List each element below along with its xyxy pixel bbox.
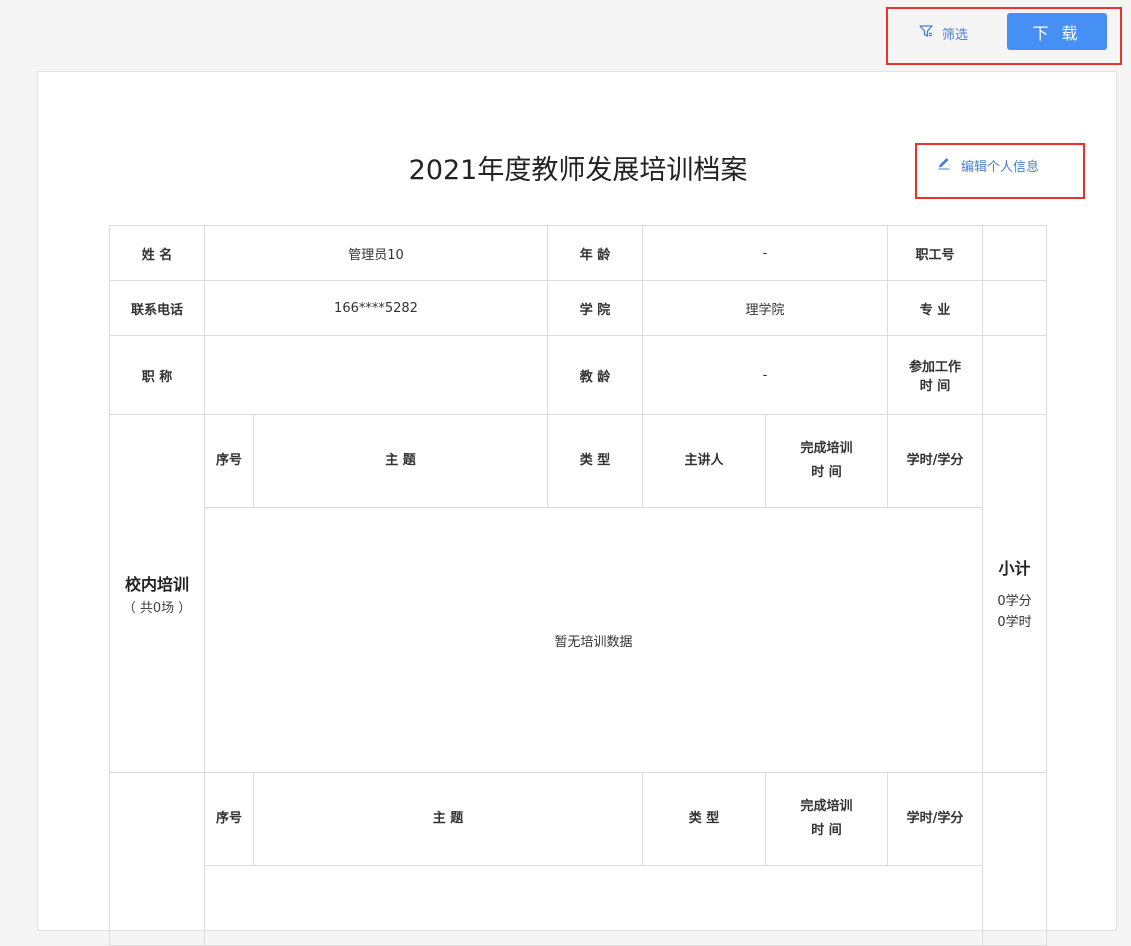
campus-training-count: （ 共0场 ）	[122, 601, 192, 616]
col-index-header-2: 序号	[204, 772, 254, 866]
staff-id-label: 职工号	[887, 225, 984, 281]
campus-training-empty-row: 暂无培训数据	[110, 507, 1047, 773]
college-value: 理学院	[642, 280, 889, 336]
major-label: 专 业	[887, 280, 984, 336]
col-type-header-2: 类 型	[642, 772, 767, 866]
pencil-icon	[936, 155, 952, 175]
teaching-years-value: -	[642, 335, 889, 415]
col-topic-header-2: 主 题	[252, 772, 644, 866]
subtotal-label: 小计	[998, 558, 1031, 578]
download-button[interactable]: 下 载	[1007, 13, 1107, 50]
name-value: 管理员10	[203, 225, 549, 281]
title-value	[203, 335, 549, 415]
phone-value: 166****5282	[203, 280, 549, 336]
profile-row-title: 职 称 教 龄 - 参加工作 时 间	[109, 335, 1048, 415]
second-training-subtotal	[982, 772, 1048, 946]
profile-row-phone: 联系电话 166****5282 学 院 理学院 专 业	[109, 280, 1048, 336]
college-label: 学 院	[547, 280, 644, 336]
age-value: -	[642, 225, 889, 281]
work-start-label-line1: 参加工作	[909, 360, 962, 375]
staff-id-value	[982, 225, 1048, 281]
filter-label: 筛选	[942, 27, 969, 43]
col-hours-credits-header: 学时/学分	[887, 414, 984, 508]
work-start-label-line2: 时 间	[919, 379, 951, 394]
archive-paper: 2021年度教师发展培训档案 编辑个人信息 姓 名 管理员10 年 龄 - 职工…	[37, 71, 1117, 946]
second-training-body	[203, 865, 984, 946]
work-start-value	[982, 335, 1048, 415]
phone-label: 联系电话	[109, 280, 205, 336]
edit-profile-link[interactable]: 编辑个人信息	[936, 155, 1039, 175]
finish-time-line2-2: 时 间	[811, 823, 842, 838]
second-training-body-row	[110, 865, 1047, 946]
work-start-label: 参加工作 时 间	[887, 335, 984, 415]
col-speaker-header: 主讲人	[642, 414, 767, 508]
col-type-header: 类 型	[547, 414, 644, 508]
teaching-years-label: 教 龄	[547, 335, 644, 415]
col-hours-credits-header-2: 学时/学分	[887, 772, 984, 866]
title-label: 职 称	[109, 335, 205, 415]
finish-time-line2: 时 间	[811, 465, 842, 480]
filter-button[interactable]: 筛选	[918, 22, 968, 44]
filter-icon	[918, 23, 934, 43]
col-finish-time-header: 完成培训 时 间	[765, 414, 889, 508]
subtotal-hours: 0学时	[997, 614, 1032, 630]
training-archive-table: 姓 名 管理员10 年 龄 - 职工号 联系电话 166****5282 学 院…	[109, 225, 1048, 946]
finish-time-line1-2: 完成培训	[800, 799, 853, 814]
col-topic-header: 主 题	[252, 414, 549, 508]
col-finish-time-header-2: 完成培训 时 间	[765, 772, 889, 866]
col-index-header: 序号	[204, 414, 254, 508]
age-label: 年 龄	[547, 225, 644, 281]
empty-training-message: 暂无培训数据	[203, 507, 984, 773]
campus-training-header-row: 校内培训 （ 共0场 ） 序号 主 题 类 型 主讲人 完成培训 时 间 学时/…	[109, 414, 1048, 773]
second-training-section	[109, 772, 205, 946]
campus-training-subtotal: 小计 0学分 0学时	[982, 414, 1048, 773]
campus-training-section: 校内培训 （ 共0场 ）	[109, 414, 205, 773]
campus-training-label: 校内培训	[124, 575, 189, 594]
major-value	[982, 280, 1048, 336]
profile-row-name: 姓 名 管理员10 年 龄 - 职工号	[109, 225, 1048, 281]
second-training-header-row: 序号 主 题 类 型 完成培训 时 间 学时/学分	[109, 772, 1048, 946]
finish-time-line1: 完成培训	[800, 441, 853, 456]
name-label: 姓 名	[109, 225, 205, 281]
edit-profile-label: 编辑个人信息	[961, 159, 1040, 175]
subtotal-credits: 0学分	[997, 593, 1032, 609]
